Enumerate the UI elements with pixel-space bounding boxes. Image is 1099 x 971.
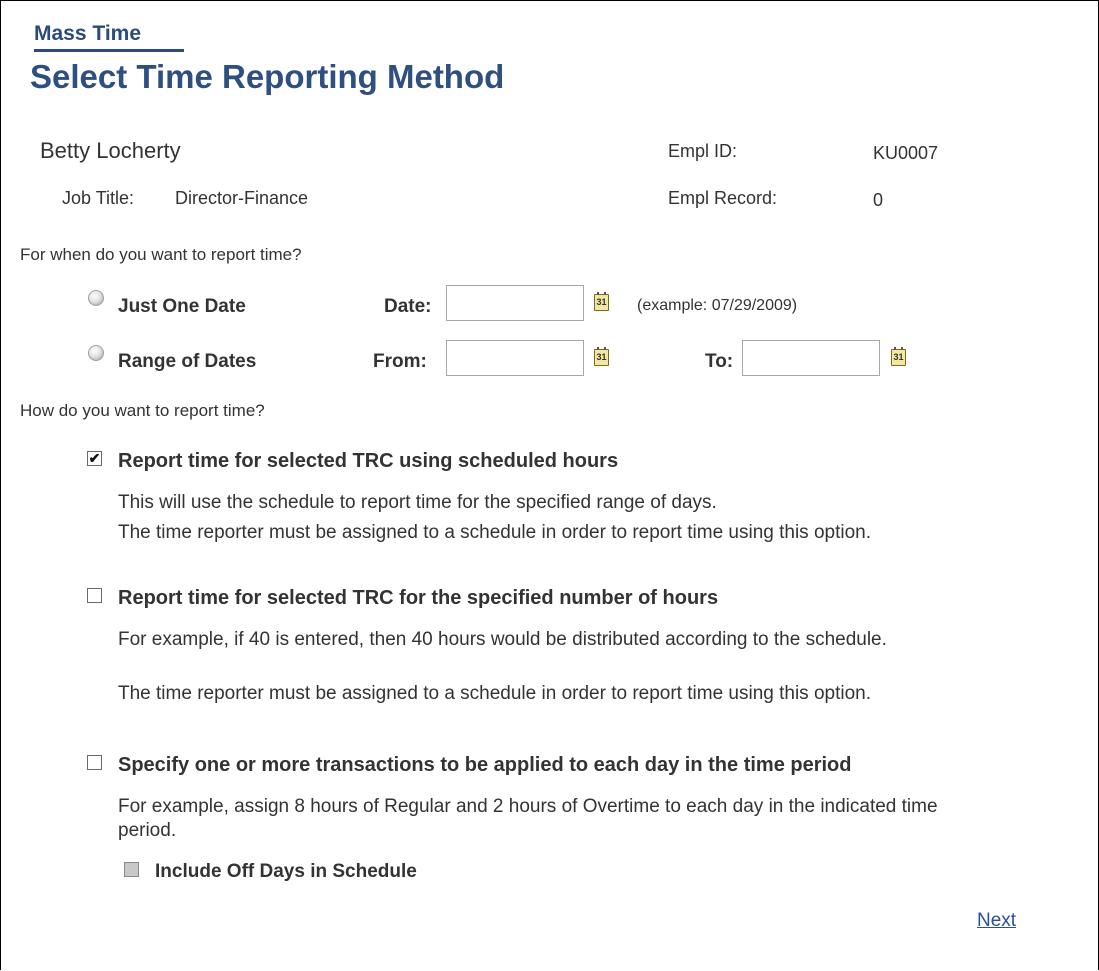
empl-record-value: 0 bbox=[873, 190, 884, 210]
calendar-icon[interactable]: 31 bbox=[594, 292, 609, 311]
calendar-icon[interactable]: 31 bbox=[891, 347, 906, 366]
option-scheduled-hours-checkbox[interactable]: ✔ bbox=[87, 451, 102, 466]
option-transactions-desc-1: For example, assign 8 hours of Regular a… bbox=[118, 796, 938, 841]
employee-name: Betty Locherty bbox=[40, 138, 181, 163]
range-of-dates-label[interactable]: Range of Dates bbox=[118, 351, 256, 373]
how-question: How do you want to report time? bbox=[20, 401, 265, 420]
calendar-icon[interactable]: 31 bbox=[594, 347, 609, 366]
option-scheduled-hours-label[interactable]: Report time for selected TRC using sched… bbox=[118, 450, 618, 473]
date-example-hint: (example: 07/29/2009) bbox=[637, 297, 798, 314]
job-title-label: Job Title: bbox=[62, 188, 135, 208]
when-question: For when do you want to report time? bbox=[20, 245, 302, 264]
checkmark-icon: ✔ bbox=[88, 450, 101, 466]
empl-id-value: KU0007 bbox=[873, 143, 939, 163]
option-specified-hours-checkbox[interactable] bbox=[87, 588, 102, 603]
next-link[interactable]: Next bbox=[977, 910, 1016, 932]
from-label: From: bbox=[373, 351, 427, 372]
include-off-days-label: Include Off Days in Schedule bbox=[155, 861, 417, 882]
option-scheduled-hours-desc-1: This will use the schedule to report tim… bbox=[118, 492, 717, 513]
option-specified-hours-desc-2: The time reporter must be assigned to a … bbox=[118, 683, 872, 704]
page-title: Select Time Reporting Method bbox=[30, 58, 505, 95]
empl-id-label: Empl ID: bbox=[668, 141, 738, 161]
date-label: Date: bbox=[384, 296, 432, 317]
job-title-value: Director-Finance bbox=[175, 188, 309, 208]
from-date-input[interactable] bbox=[446, 340, 584, 376]
just-one-date-radio[interactable] bbox=[88, 290, 104, 306]
option-specified-hours-desc-1: For example, if 40 is entered, then 40 h… bbox=[118, 629, 887, 650]
to-date-input[interactable] bbox=[742, 340, 880, 376]
option-transactions-checkbox[interactable] bbox=[87, 755, 102, 770]
date-input[interactable] bbox=[446, 285, 584, 321]
range-of-dates-radio[interactable] bbox=[88, 345, 104, 361]
just-one-date-label[interactable]: Just One Date bbox=[118, 296, 246, 318]
to-label: To: bbox=[705, 351, 734, 372]
option-specified-hours-label[interactable]: Report time for selected TRC for the spe… bbox=[118, 587, 718, 610]
option-transactions-label[interactable]: Specify one or more transactions to be a… bbox=[118, 754, 852, 777]
empl-record-label: Empl Record: bbox=[668, 188, 778, 208]
include-off-days-checkbox[interactable] bbox=[124, 862, 139, 877]
breadcrumb[interactable]: Mass Time bbox=[34, 22, 184, 52]
option-scheduled-hours-desc-2: The time reporter must be assigned to a … bbox=[118, 522, 872, 543]
